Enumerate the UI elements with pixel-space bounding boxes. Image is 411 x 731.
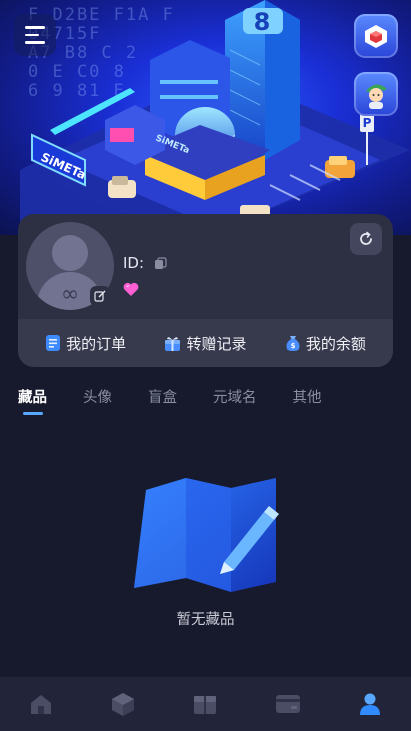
my-balance-button[interactable]: $ 我的余额 bbox=[285, 333, 366, 354]
card-icon bbox=[275, 695, 300, 713]
order-icon bbox=[46, 335, 61, 351]
box-icon bbox=[112, 693, 135, 716]
tab-meta-domains[interactable]: 元域名 bbox=[213, 386, 257, 415]
nav-profile[interactable] bbox=[350, 684, 390, 724]
empty-state-text: 暂无藏品 bbox=[176, 612, 235, 628]
heart-icon bbox=[123, 282, 139, 296]
bottom-navigation bbox=[0, 677, 411, 731]
parking-sign-letter: P bbox=[363, 116, 372, 130]
menu-button[interactable] bbox=[14, 14, 56, 56]
empty-state: 暂无藏品 bbox=[0, 470, 411, 629]
refresh-icon bbox=[360, 231, 372, 245]
edit-avatar-button[interactable] bbox=[90, 286, 110, 306]
profile-card: ∞ ID: 我的订单 转赠记录 $ 我的余额 bbox=[18, 214, 393, 367]
map-pencil-icon bbox=[133, 478, 279, 592]
tab-others[interactable]: 其他 bbox=[293, 386, 322, 415]
nav-wallet-card[interactable] bbox=[268, 684, 308, 724]
transfer-records-button[interactable]: 转赠记录 bbox=[164, 333, 247, 354]
hero-banner: F D2BE F1A F 04715F A7 B8 C 2 0 E C0 8 6… bbox=[0, 0, 411, 235]
3d-cube-button[interactable] bbox=[354, 14, 398, 58]
tab-avatars[interactable]: 头像 bbox=[83, 386, 112, 415]
profile-actions: 我的订单 转赠记录 $ 我的余额 bbox=[18, 319, 393, 367]
user-id: ID: bbox=[123, 254, 167, 272]
refresh-button[interactable] bbox=[350, 223, 382, 255]
cube-icon bbox=[365, 25, 387, 48]
copy-icon[interactable] bbox=[154, 256, 167, 270]
nav-mystery-box[interactable] bbox=[185, 684, 225, 724]
menu-icon bbox=[25, 26, 45, 29]
tower-number: 8 bbox=[254, 8, 271, 36]
home-icon bbox=[31, 695, 52, 714]
character-button[interactable] bbox=[354, 72, 398, 116]
transfer-records-label: 转赠记录 bbox=[186, 334, 247, 353]
city-illustration: 8 SiMETa SiMETa P bbox=[20, 0, 410, 235]
character-icon bbox=[366, 84, 387, 109]
mystery-box-icon bbox=[194, 696, 217, 714]
my-orders-label: 我的订单 bbox=[66, 334, 127, 353]
edit-icon bbox=[94, 290, 106, 302]
wallet-icon: $ bbox=[286, 336, 300, 351]
my-balance-label: 我的余额 bbox=[305, 334, 366, 353]
nav-box[interactable] bbox=[103, 684, 143, 724]
id-label: ID: bbox=[123, 254, 145, 272]
collection-tabs: 藏品 头像 盲盒 元域名 其他 bbox=[18, 386, 398, 415]
gift-icon bbox=[165, 336, 181, 351]
active-tab-indicator bbox=[23, 412, 43, 415]
svg-text:$: $ bbox=[290, 342, 295, 350]
my-orders-button[interactable]: 我的订单 bbox=[45, 333, 126, 354]
tab-blind-boxes[interactable]: 盲盒 bbox=[148, 386, 177, 415]
tab-collections[interactable]: 藏品 bbox=[18, 386, 47, 415]
user-icon bbox=[359, 693, 380, 715]
nav-home[interactable] bbox=[21, 684, 61, 724]
